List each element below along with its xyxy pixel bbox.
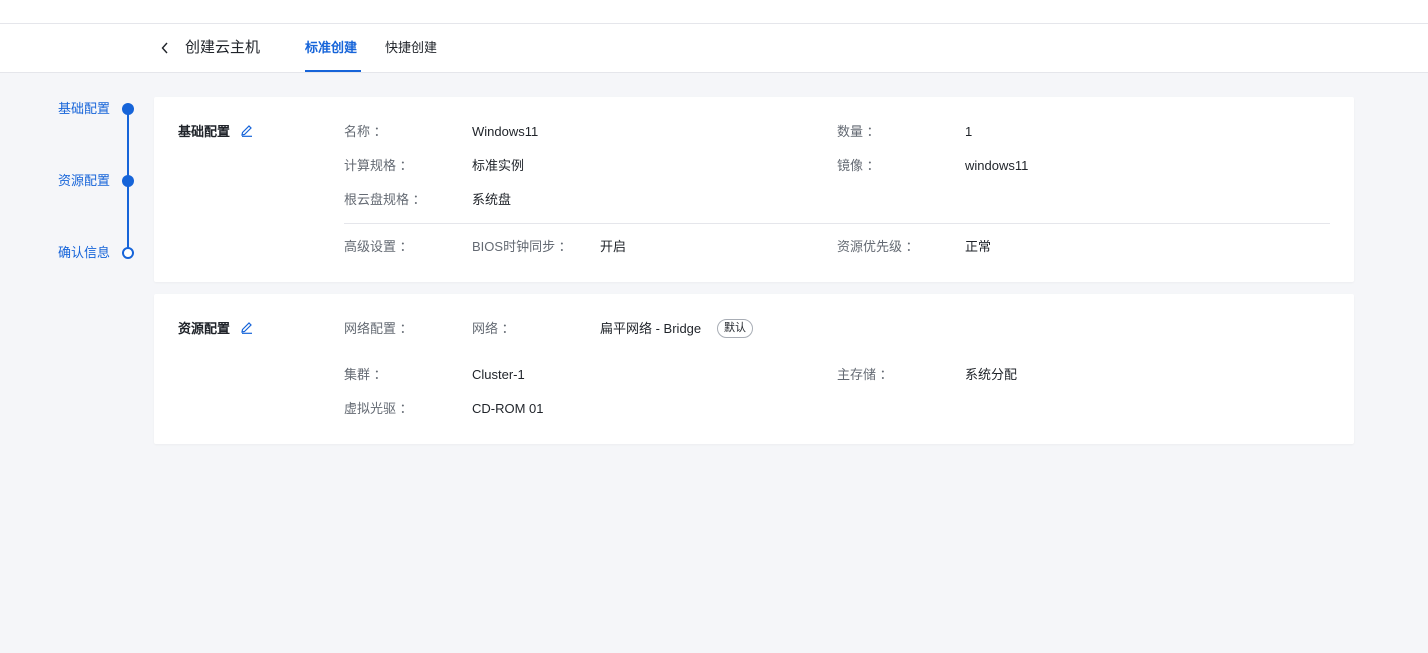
- count-label: 数量 ：: [837, 124, 880, 139]
- cluster-value: Cluster-1: [472, 367, 525, 382]
- step-dot-confirm: [122, 247, 134, 259]
- image-value: windows11: [965, 158, 1029, 173]
- resource-config-card: 资源配置 网络配置 ： 网络 ： 扁平网络 - Bridge 默认 集群 ： C…: [154, 294, 1354, 444]
- tab-standard-create[interactable]: 标准创建: [305, 39, 357, 57]
- chevron-left-icon: [161, 42, 168, 54]
- page-header: 创建云主机 标准创建 快捷创建: [0, 24, 1428, 73]
- basic-config-title: 基础配置: [178, 124, 231, 139]
- spec-label: 计算规格 ：: [344, 158, 413, 173]
- cdrom-value: CD-ROM 01: [472, 401, 544, 416]
- network-label: 网络 ：: [472, 321, 515, 336]
- step-resource-config[interactable]: 资源配置: [58, 173, 110, 189]
- step-confirm-info[interactable]: 确认信息: [58, 245, 110, 261]
- default-badge: 默认: [717, 319, 753, 338]
- network-value: 扁平网络 - Bridge: [600, 321, 702, 336]
- edit-basic-config-icon[interactable]: [240, 123, 254, 137]
- bios-value: 开启: [600, 239, 627, 254]
- count-value: 1: [965, 124, 973, 139]
- storage-label: 主存储 ：: [837, 367, 893, 382]
- tab-quick-create[interactable]: 快捷创建: [385, 39, 437, 57]
- edit-resource-config-icon[interactable]: [240, 320, 254, 334]
- cdrom-label: 虚拟光驱 ：: [344, 401, 413, 416]
- disk-value: 系统盘: [472, 192, 512, 207]
- image-label: 镜像 ：: [837, 158, 880, 173]
- back-button[interactable]: [157, 39, 173, 57]
- priority-value: 正常: [965, 239, 992, 254]
- advanced-label: 高级设置 ：: [344, 239, 413, 254]
- basic-config-card: 基础配置 名称 ： Windows11 数量 ： 1 计算规格 ： 标准实例 镜…: [154, 97, 1354, 282]
- disk-label: 根云盘规格 ：: [344, 192, 426, 207]
- step-dot-basic: [122, 103, 134, 115]
- bios-label: BIOS时钟同步 ：: [472, 239, 572, 254]
- divider: [344, 223, 1330, 224]
- resource-config-title: 资源配置: [178, 321, 231, 336]
- cluster-label: 集群 ：: [344, 367, 387, 382]
- network-config-label: 网络配置 ：: [344, 321, 413, 336]
- spec-value: 标准实例: [472, 158, 525, 173]
- name-label: 名称 ：: [344, 124, 387, 139]
- name-value: Windows11: [472, 124, 539, 139]
- step-basic-config[interactable]: 基础配置: [58, 101, 110, 117]
- active-tab-indicator: [305, 70, 361, 72]
- priority-label: 资源优先级 ：: [837, 239, 919, 254]
- page-title: 创建云主机: [185, 39, 261, 56]
- top-bar: [0, 0, 1428, 24]
- storage-value: 系统分配: [965, 367, 1018, 382]
- step-dot-resource: [122, 175, 134, 187]
